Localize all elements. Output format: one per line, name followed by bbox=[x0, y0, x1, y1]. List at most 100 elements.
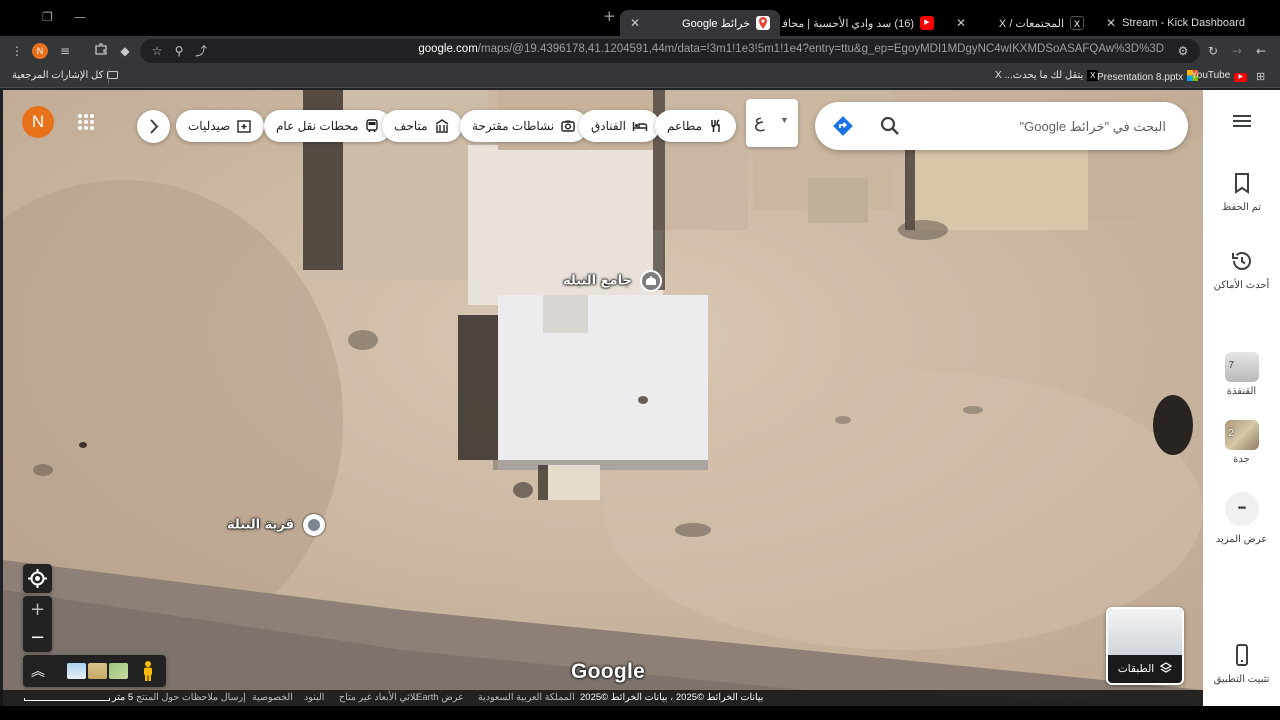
more-label: عرض المزيد bbox=[1215, 534, 1268, 545]
new-tab-icon[interactable]: + bbox=[603, 7, 616, 25]
history-icon bbox=[1231, 252, 1251, 270]
mosque-label: جامع النبله bbox=[563, 273, 632, 289]
layers-thumbnail bbox=[1108, 609, 1182, 655]
extensions-icon[interactable] bbox=[92, 42, 110, 60]
chips-scroll-button[interactable] bbox=[137, 110, 170, 143]
feedback-link[interactable]: إرسال ملاحظات حول المنتج bbox=[136, 692, 246, 703]
minimize-window-icon[interactable]: — bbox=[74, 10, 86, 24]
tab-title: Stream - Kick Dashboard bbox=[1122, 17, 1245, 29]
chevron-right-icon bbox=[150, 119, 159, 134]
language-label: ع bbox=[754, 111, 765, 131]
zoom-in-button[interactable]: + bbox=[23, 596, 52, 624]
restore-window-icon[interactable]: ❐ bbox=[42, 10, 53, 24]
google-apps-icon[interactable] bbox=[76, 112, 96, 132]
scale-label[interactable]: 5 متر bbox=[112, 692, 133, 703]
account-avatar[interactable]: N bbox=[22, 106, 54, 138]
chip-hotels[interactable]: الفنادق bbox=[579, 110, 660, 142]
bookmark-presentation[interactable]: Presentation 8.pptx bbox=[1097, 70, 1199, 83]
saved-button[interactable]: تم الحفظ bbox=[1203, 170, 1280, 213]
recents-button[interactable]: أحدث الأماكن bbox=[1203, 248, 1280, 291]
reload-icon[interactable]: ↻ bbox=[1204, 42, 1222, 60]
tab-youtube-video[interactable]: ▶ (16) سد وادي الأحسبة | محافظة الـ ✕ bbox=[782, 10, 944, 36]
layers-text: الطبقات bbox=[1117, 663, 1155, 675]
zoom-out-button[interactable]: − bbox=[23, 624, 52, 652]
bookmark-youtube[interactable]: ▶YouTube bbox=[1191, 70, 1248, 82]
pegman-icon[interactable] bbox=[141, 660, 155, 682]
bookmark-label: Presentation 8.pptx bbox=[1097, 72, 1184, 83]
bookmark-label: YouTube bbox=[1191, 70, 1231, 81]
bookmark-x-feed[interactable]: Xيتقل لك ما يحدث... X bbox=[995, 70, 1099, 81]
menu-button[interactable] bbox=[1203, 108, 1280, 140]
bookmark-label: يتقل لك ما يحدث... X bbox=[995, 70, 1084, 81]
more-dots-icon: ••• bbox=[1224, 492, 1259, 526]
place-pin-icon bbox=[302, 514, 325, 536]
language-selector[interactable]: ع ▼ bbox=[746, 99, 798, 147]
install-label: تثبيت التطبيق bbox=[1213, 674, 1270, 685]
search-input[interactable] bbox=[936, 113, 1166, 139]
close-tab-icon[interactable]: ✕ bbox=[630, 16, 640, 30]
chip-things-to-do[interactable]: نشاطات مقترحة bbox=[460, 110, 589, 142]
search-box[interactable] bbox=[815, 102, 1188, 150]
show-more-button[interactable]: ••• عرض المزيد bbox=[1203, 492, 1280, 545]
scale-bar bbox=[24, 698, 110, 701]
back-icon[interactable]: ← bbox=[1252, 42, 1270, 60]
recent-place-jeddah[interactable]: 2 جدة bbox=[1203, 420, 1280, 465]
profile-avatar-icon[interactable]: N bbox=[32, 43, 48, 59]
url-host: google.com bbox=[418, 43, 478, 55]
terrain-view-thumb[interactable] bbox=[88, 663, 107, 679]
tab-search-icon[interactable]: ≡ bbox=[56, 42, 74, 60]
all-bookmarks-link[interactable]: كل الإشارات المرجعية bbox=[12, 70, 119, 81]
install-app-button[interactable]: تثبيت التطبيق bbox=[1203, 642, 1280, 685]
chip-label: مطاعم bbox=[667, 119, 703, 133]
map-view-thumb[interactable] bbox=[67, 663, 86, 679]
side-rail: تم الحفظ أحدث الأماكن 7 القنفذة 2 جدة ••… bbox=[1203, 90, 1280, 706]
earth-view-link[interactable]: عرض Earth bbox=[416, 692, 464, 703]
forward-icon[interactable]: → bbox=[1228, 42, 1246, 60]
recent-place-qunfudhah[interactable]: 7 القنفذة bbox=[1203, 352, 1280, 397]
tab-x-communities[interactable]: X المجتمعات / X ✕ bbox=[946, 10, 1094, 36]
chip-label: نشاطات مقترحة bbox=[472, 119, 555, 133]
tab-kick-dashboard[interactable]: ✕ Stream - Kick Dashboard K bbox=[1096, 10, 1252, 36]
mosque-marker[interactable]: جامع النبله bbox=[563, 270, 663, 292]
place-label: جدة bbox=[1233, 454, 1250, 465]
my-location-button[interactable] bbox=[23, 564, 52, 593]
chip-restaurants[interactable]: مطاعم bbox=[655, 110, 737, 142]
address-bar[interactable]: ☆ ⚲ ⤴ google.com/maps/@19.4396178,41.120… bbox=[140, 39, 1200, 63]
pharmacy-icon bbox=[237, 120, 252, 133]
browser-toolbar: ⋮ N ≡ ◆ ☆ ⚲ ⤴ google.com/maps/@19.439617… bbox=[0, 36, 1280, 66]
village-marker[interactable]: قرية النبلة bbox=[227, 514, 325, 536]
chip-pharmacies[interactable]: صيدليات bbox=[176, 110, 265, 142]
map-footer: 5 متر إرسال ملاحظات حول المنتج الخصوصية … bbox=[0, 690, 1203, 706]
apps-grid-icon[interactable]: ⊞ bbox=[1256, 70, 1265, 83]
museum-icon bbox=[435, 119, 448, 133]
close-tab-icon[interactable]: ✕ bbox=[956, 16, 966, 30]
badge-count: 7 bbox=[1228, 360, 1235, 371]
chip-transit[interactable]: محطات نقل عام bbox=[264, 110, 393, 142]
map-type-strip: ︽ bbox=[23, 655, 166, 687]
directions-icon[interactable] bbox=[831, 114, 855, 138]
terms-link[interactable]: البنود bbox=[304, 692, 324, 703]
layers-label: الطبقات bbox=[1108, 662, 1182, 675]
hotel-icon bbox=[632, 122, 648, 131]
tab-google-maps[interactable]: خرائط Google ✕ bbox=[620, 10, 780, 36]
google-maps-favicon-icon bbox=[756, 16, 770, 30]
transit-icon bbox=[366, 119, 379, 133]
traffic-view-thumb[interactable] bbox=[109, 663, 128, 679]
layers-button[interactable]: الطبقات bbox=[1106, 607, 1184, 685]
share-icon[interactable]: ⤴ bbox=[192, 42, 210, 60]
browser-menu-icon[interactable]: ⋮ bbox=[8, 42, 26, 60]
diamond-extension-icon[interactable]: ◆ bbox=[116, 42, 134, 60]
chip-museums[interactable]: متاحف bbox=[382, 110, 462, 142]
country-label: المملكة العربية السعودية bbox=[478, 692, 575, 703]
search-icon[interactable] bbox=[879, 115, 901, 137]
expand-up-icon[interactable]: ︽ bbox=[31, 661, 45, 681]
site-settings-icon[interactable]: ⚙ bbox=[1174, 42, 1192, 60]
satellite-imagery bbox=[3, 90, 1203, 706]
bookmark-star-icon[interactable]: ☆ bbox=[148, 42, 166, 60]
zoom-icon[interactable]: ⚲ bbox=[170, 42, 188, 60]
close-tab-icon[interactable]: ✕ bbox=[1106, 16, 1116, 30]
privacy-link[interactable]: الخصوصية bbox=[252, 692, 293, 703]
url-text: google.com/maps/@19.4396178,41.1204591,4… bbox=[418, 43, 1164, 55]
map-data-attribution: بيانات الخرائط ©2025 ، بيانات الخرائط ©2… bbox=[580, 692, 764, 703]
satellite-map[interactable]: جامع النبله قرية النبلة bbox=[3, 90, 1203, 706]
